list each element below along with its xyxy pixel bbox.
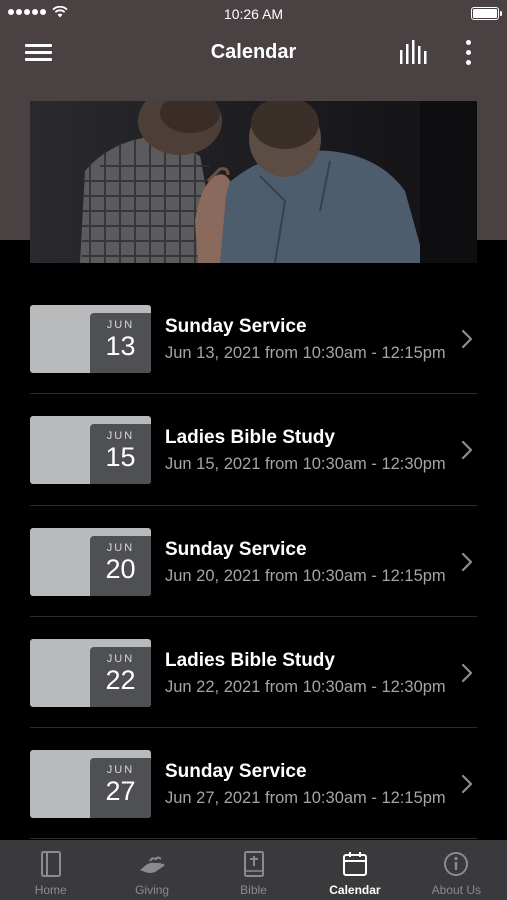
tab-bible-label: Bible <box>240 883 267 897</box>
event-list-item[interactable]: JUN 20 Sunday Service Jun 20, 2021 from … <box>0 506 507 617</box>
info-icon <box>444 852 469 876</box>
tab-about-us-label: About Us <box>431 883 481 897</box>
tab-home-label: Home <box>34 883 67 897</box>
chevron-right-icon <box>461 663 473 682</box>
bible-cross-icon <box>243 851 264 877</box>
event-month: JUN <box>106 652 135 665</box>
event-date-card: JUN 20 <box>30 527 151 596</box>
hero-image <box>30 101 477 263</box>
tab-calendar-label: Calendar <box>329 883 381 897</box>
chevron-right-icon <box>461 441 473 460</box>
event-date-card: JUN 27 <box>30 750 151 819</box>
status-bar: 10:26 AM <box>0 0 507 28</box>
calendar-icon <box>342 852 367 876</box>
event-subtitle: Jun 13, 2021 from 10:30am - 12:15pm <box>165 344 446 362</box>
chevron-right-icon <box>461 552 473 571</box>
event-list-item[interactable]: JUN 13 Sunday Service Jun 13, 2021 from … <box>0 283 507 395</box>
event-month: JUN <box>106 541 135 554</box>
giving-hand-icon <box>140 856 165 873</box>
event-month: JUN <box>106 764 135 777</box>
event-date-badge: JUN 15 <box>90 424 151 485</box>
event-day: 27 <box>105 776 136 807</box>
battery-icon <box>471 7 502 20</box>
event-month: JUN <box>106 319 135 331</box>
event-title: Sunday Service <box>165 538 307 560</box>
nav-bar: Calendar <box>0 28 507 76</box>
event-month: JUN <box>106 430 135 443</box>
event-date-card: JUN 13 <box>30 305 151 373</box>
event-subtitle: Jun 22, 2021 from 10:30am - 12:30pm <box>165 677 446 696</box>
event-title: Sunday Service <box>165 761 307 783</box>
tab-home[interactable]: Home <box>0 840 101 900</box>
tab-about-us[interactable]: About Us <box>406 840 507 900</box>
event-subtitle: Jun 15, 2021 from 10:30am - 12:30pm <box>165 455 446 474</box>
event-day: 15 <box>105 442 136 473</box>
event-day: 22 <box>105 664 136 695</box>
status-time: 10:26 AM <box>223 6 284 22</box>
event-title: Ladies Bible Study <box>165 649 335 671</box>
event-list-item[interactable]: JUN 27 Sunday Service Jun 27, 2021 from … <box>0 728 507 840</box>
event-list-item[interactable]: JUN 22 Ladies Bible Study Jun 22, 2021 f… <box>0 617 507 729</box>
tab-giving-label: Giving <box>135 883 170 897</box>
tab-bible[interactable]: Bible <box>203 840 304 900</box>
event-date-card: JUN 22 <box>30 638 151 707</box>
event-date-card: JUN 15 <box>30 416 151 485</box>
event-date-badge: JUN 20 <box>90 535 151 596</box>
event-day: 20 <box>105 553 136 584</box>
chevron-right-icon <box>461 329 473 349</box>
event-subtitle: Jun 27, 2021 from 10:30am - 12:15pm <box>165 789 446 808</box>
event-date-badge: JUN 27 <box>90 758 151 819</box>
event-subtitle: Jun 20, 2021 from 10:30am - 12:15pm <box>165 566 446 585</box>
event-title: Sunday Service <box>165 316 307 337</box>
event-date-badge: JUN 22 <box>90 646 151 707</box>
event-day: 13 <box>105 331 136 361</box>
tab-bar: Home Giving Bible Calendar About Us <box>0 840 507 900</box>
tab-giving[interactable]: Giving <box>101 840 202 900</box>
event-list-item[interactable]: JUN 15 Ladies Bible Study Jun 15, 2021 f… <box>0 394 507 506</box>
tab-calendar[interactable]: Calendar <box>304 840 405 900</box>
audio-bars-icon[interactable] <box>399 40 431 66</box>
event-date-badge: JUN 13 <box>90 313 151 373</box>
chevron-right-icon <box>461 775 473 794</box>
more-options-icon[interactable] <box>456 38 480 68</box>
event-list: JUN 13 Sunday Service Jun 13, 2021 from … <box>0 283 507 840</box>
book-icon <box>40 851 61 877</box>
event-title: Ladies Bible Study <box>165 427 335 449</box>
